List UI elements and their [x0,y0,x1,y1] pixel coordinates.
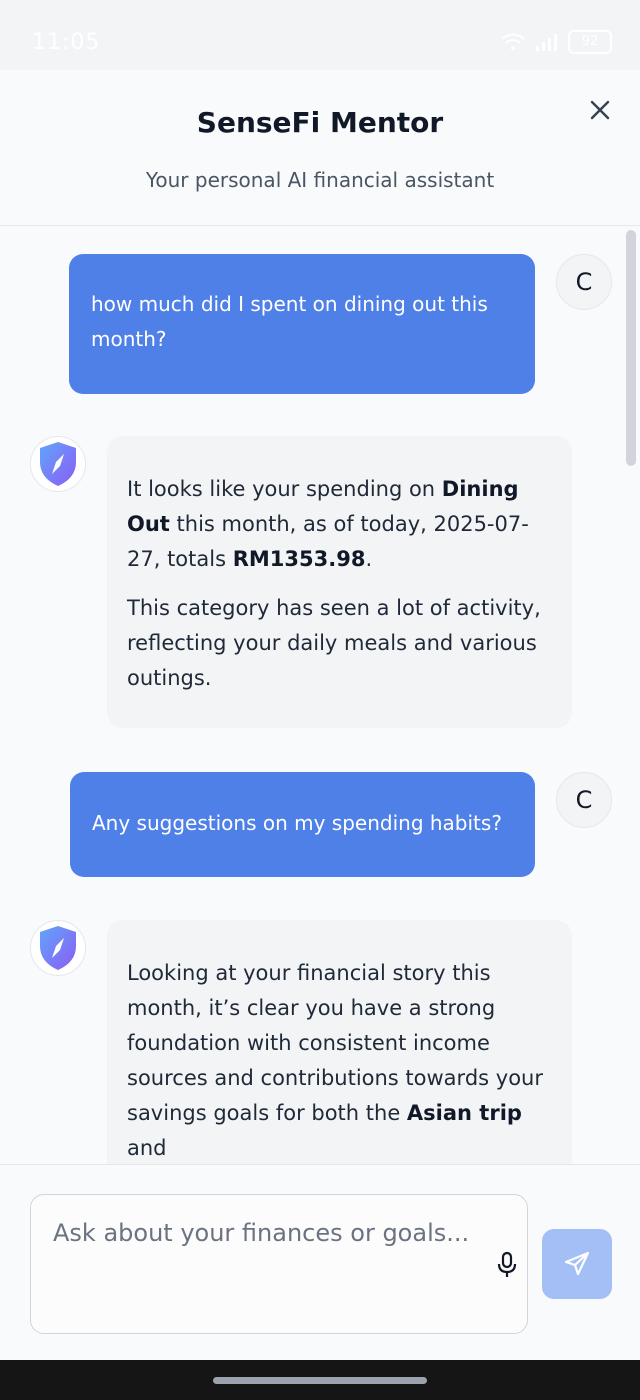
user-avatar[interactable]: C [556,254,612,310]
send-icon [564,1251,590,1276]
assistant-avatar [30,436,86,492]
assistant-paragraph: It looks like your spending on Dining Ou… [127,477,529,571]
shield-compass-icon [40,442,76,486]
user-avatar[interactable]: C [556,772,612,828]
home-gesture-handle[interactable] [213,1377,427,1384]
message-input-placeholder: Ask about your finances or goals... [53,1219,470,1247]
user-message-bubble: Any suggestions on my spending habits? [70,772,535,877]
signal-icon [536,34,557,51]
page-title: SenseFi Mentor [196,106,444,139]
assistant-paragraph: Looking at your financial story this mon… [127,961,543,1160]
status-bar: 11:05 92 [0,0,640,70]
send-button[interactable] [542,1229,612,1299]
message-composer: Ask about your finances or goals... [0,1164,640,1360]
message-input[interactable]: Ask about your finances or goals... [30,1194,528,1334]
chat-messages[interactable]: how much did I spent on dining out this … [0,226,640,1164]
assistant-message-bubble: Looking at your financial story this mon… [107,920,572,1164]
assistant-paragraph: This category has seen a lot of activity… [127,596,541,690]
system-nav-bar [0,1360,640,1400]
user-message-bubble: how much did I spent on dining out this … [69,254,535,394]
close-icon[interactable] [588,98,612,122]
chat-header: SenseFi Mentor Your personal AI financia… [0,70,640,226]
wifi-icon [501,33,525,50]
chat-scrollbar[interactable] [626,230,636,466]
microphone-icon[interactable] [495,1251,519,1279]
battery-indicator: 92 [568,30,612,54]
status-icons: 92 [500,30,612,54]
assistant-message-bubble: It looks like your spending on Dining Ou… [107,436,572,728]
shield-compass-icon [40,926,76,970]
status-time: 11:05 [32,30,101,55]
assistant-avatar [30,920,86,976]
page-subtitle: Your personal AI financial assistant [145,168,495,192]
